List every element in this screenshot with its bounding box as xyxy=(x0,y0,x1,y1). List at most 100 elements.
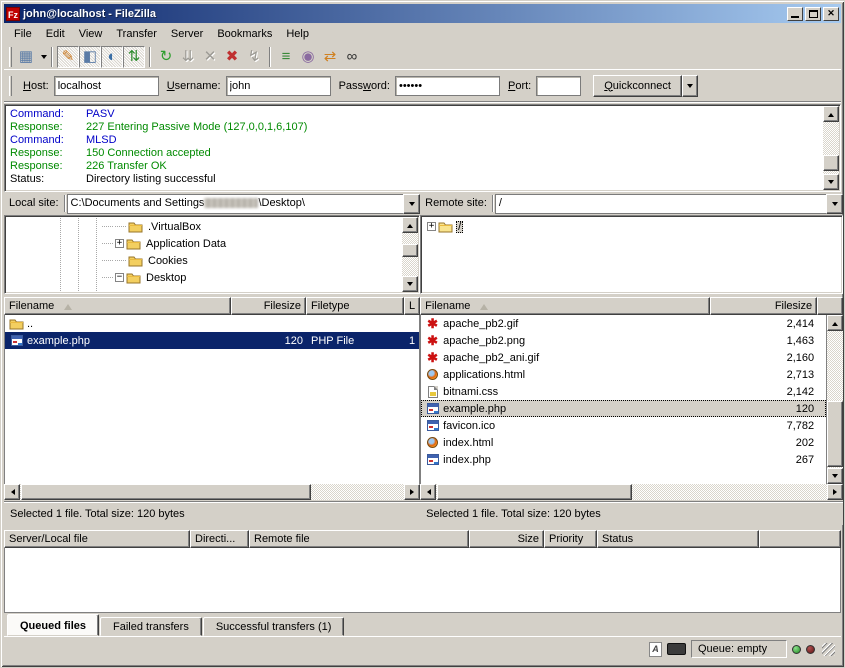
queue-column-size[interactable]: Size xyxy=(469,530,544,548)
directory-comparison-button[interactable]: ◉ xyxy=(297,46,319,68)
remote-directory-tree[interactable]: +/ xyxy=(420,215,843,294)
local-column-filesize[interactable]: Filesize xyxy=(231,297,306,315)
local-site-combobox[interactable]: C:\Documents and Settings\Desktop\ xyxy=(67,194,421,214)
menu-item-file[interactable]: File xyxy=(7,25,39,43)
queue-column-directi[interactable]: Directi... xyxy=(190,530,249,548)
disconnect-button[interactable]: ✖ xyxy=(221,46,243,68)
local-tree-scrollbar[interactable] xyxy=(402,217,418,292)
queue-column-server-local-file[interactable]: Server/Local file xyxy=(4,530,190,548)
file-row-index-html[interactable]: index.html202 xyxy=(421,434,826,451)
local-hscroll-thumb[interactable] xyxy=(21,484,311,500)
tab-successful-transfers-1[interactable]: Successful transfers (1) xyxy=(203,617,345,636)
toggle-queue-view-button[interactable]: ⇅ xyxy=(123,46,145,68)
refresh-button[interactable]: ↻ xyxy=(155,46,177,68)
remote-path-field[interactable]: / xyxy=(495,194,826,214)
local-tree-scroll-up-button[interactable] xyxy=(402,217,418,233)
local-list-hscrollbar[interactable] xyxy=(4,484,420,501)
quickbar-grip[interactable] xyxy=(9,76,12,96)
file-row-[interactable]: .. xyxy=(5,315,419,332)
title-bar[interactable]: Fz john@localhost - FileZilla ✕ xyxy=(4,4,841,23)
remote-vscroll-up-button[interactable] xyxy=(827,315,843,331)
local-column-filetype[interactable]: Filetype xyxy=(306,297,404,315)
toggle-local-tree-button[interactable]: ◧ xyxy=(79,46,101,68)
remote-hscroll-right-button[interactable] xyxy=(827,484,843,500)
expand-toggle[interactable]: + xyxy=(115,239,124,248)
tab-queued-files[interactable]: Queued files xyxy=(7,614,99,636)
remote-column-filesize[interactable]: Filesize xyxy=(710,297,817,315)
site-manager-dropdown-icon[interactable] xyxy=(41,55,47,62)
remote-vscroll-down-button[interactable] xyxy=(827,468,843,484)
remote-hscroll-left-button[interactable] xyxy=(420,484,436,500)
menu-item-bookmarks[interactable]: Bookmarks xyxy=(210,25,279,43)
file-row-applications-html[interactable]: applications.html2,713 xyxy=(421,366,826,383)
minimize-button[interactable] xyxy=(787,7,803,21)
quickconnect-button[interactable]: Quickconnect xyxy=(593,75,682,97)
queue-list-area[interactable] xyxy=(4,548,841,613)
local-directory-tree[interactable]: .VirtualBox+Application DataCookies−Desk… xyxy=(4,215,420,294)
port-input[interactable] xyxy=(536,76,581,96)
synchronized-browsing-button[interactable]: ⇄ xyxy=(319,46,341,68)
menu-item-edit[interactable]: Edit xyxy=(39,25,72,43)
log-scroll-thumb[interactable] xyxy=(823,155,839,171)
remote-site-combobox[interactable]: / xyxy=(495,194,843,214)
local-tree-scroll-thumb[interactable] xyxy=(402,244,418,257)
tree-item-virtualbox[interactable]: .VirtualBox xyxy=(102,218,401,235)
local-tree-scroll-down-button[interactable] xyxy=(402,276,418,292)
remote-hscroll-thumb[interactable] xyxy=(437,484,632,500)
remote-list-vscrollbar[interactable] xyxy=(827,315,843,484)
close-button[interactable]: ✕ xyxy=(823,7,839,21)
file-row-index-php[interactable]: index.php267 xyxy=(421,451,826,468)
menu-item-view[interactable]: View xyxy=(72,25,110,43)
process-queue-button[interactable]: ⇊ xyxy=(177,46,199,68)
toggle-message-log-button[interactable]: ✎ xyxy=(57,46,79,68)
local-hscroll-left-button[interactable] xyxy=(4,484,20,500)
file-row-favicon-ico[interactable]: favicon.ico7,782 xyxy=(421,417,826,434)
resize-grip[interactable] xyxy=(822,643,835,656)
local-hscroll-right-button[interactable] xyxy=(404,484,420,500)
username-input[interactable] xyxy=(226,76,331,96)
password-input[interactable] xyxy=(395,76,500,96)
local-file-list[interactable]: ..example.php120PHP File1 xyxy=(4,315,420,484)
collapse-toggle[interactable]: − xyxy=(115,273,124,282)
reconnect-button[interactable]: ↯ xyxy=(243,46,265,68)
quickconnect-dropdown-button[interactable] xyxy=(682,75,698,97)
remote-list-hscrollbar[interactable] xyxy=(420,484,843,501)
log-scrollbar[interactable] xyxy=(823,106,839,190)
remote-column-filename[interactable]: Filename xyxy=(420,297,710,315)
queue-column-remote-file[interactable]: Remote file xyxy=(249,530,469,548)
local-path-field[interactable]: C:\Documents and Settings\Desktop\ xyxy=(67,194,404,214)
file-row-bitnami-css[interactable]: bitnami.css2,142 xyxy=(421,383,826,400)
tree-item-desktop[interactable]: −Desktop xyxy=(102,269,401,286)
file-row-example-php[interactable]: example.php120PHP File1 xyxy=(5,332,419,349)
tree-item-[interactable]: +/ xyxy=(427,218,840,235)
host-input[interactable] xyxy=(54,76,159,96)
maximize-button[interactable] xyxy=(805,7,821,21)
filter-button[interactable]: ≡ xyxy=(275,46,297,68)
message-log[interactable]: Command:PASVResponse:227 Entering Passiv… xyxy=(4,104,841,192)
local-column-filename[interactable]: Filename xyxy=(4,297,231,315)
file-row-apache-pb2-png[interactable]: ✱apache_pb2.png1,463 xyxy=(421,332,826,349)
menu-item-help[interactable]: Help xyxy=(279,25,316,43)
menu-item-server[interactable]: Server xyxy=(164,25,210,43)
expand-toggle[interactable]: + xyxy=(427,222,436,231)
toggle-remote-tree-button[interactable]: ◐ xyxy=(101,46,123,68)
menu-item-transfer[interactable]: Transfer xyxy=(109,25,164,43)
file-row-example-php[interactable]: example.php120 xyxy=(421,400,826,417)
queue-column-priority[interactable]: Priority xyxy=(544,530,597,548)
log-scroll-up-button[interactable] xyxy=(823,106,839,122)
find-files-button[interactable]: ∞ xyxy=(341,46,363,68)
toolbar-grip[interactable] xyxy=(9,47,12,67)
remote-vscroll-thumb[interactable] xyxy=(827,401,843,467)
tree-item-application-data[interactable]: +Application Data xyxy=(102,235,401,252)
file-row-apache-pb2-gif[interactable]: ✱apache_pb2.gif2,414 xyxy=(421,315,826,332)
tab-failed-transfers[interactable]: Failed transfers xyxy=(100,617,202,636)
tree-item-cookies[interactable]: Cookies xyxy=(102,252,401,269)
site-manager-button[interactable]: ▦ xyxy=(15,46,37,68)
queue-column-status[interactable]: Status xyxy=(597,530,759,548)
remote-path-dropdown-button[interactable] xyxy=(826,194,843,214)
local-column-l[interactable]: L xyxy=(404,297,420,315)
log-scroll-down-button[interactable] xyxy=(823,174,839,190)
cancel-button[interactable]: ✕ xyxy=(199,46,221,68)
local-path-dropdown-button[interactable] xyxy=(403,194,420,214)
file-row-apache-pb2-ani-gif[interactable]: ✱apache_pb2_ani.gif2,160 xyxy=(421,349,826,366)
